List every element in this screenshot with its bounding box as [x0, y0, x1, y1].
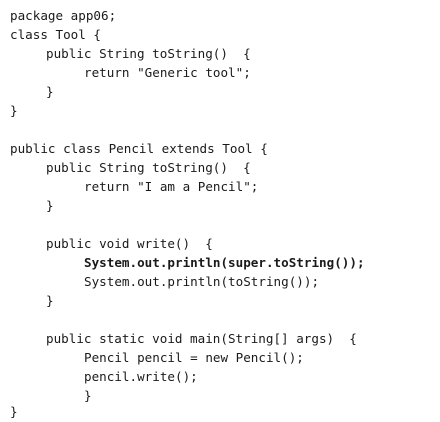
code-line-tool-tostring: public String toString() {: [46, 46, 251, 61]
code-line-package: package app06;: [10, 8, 117, 23]
code-line-class-pencil: public class Pencil extends Tool {: [10, 141, 268, 156]
code-line-close-brace: }: [10, 103, 18, 118]
code-line-main-method: public static void main(String[] args) {: [46, 331, 357, 346]
code-line-println-super: System.out.println(super.toString());: [84, 255, 365, 270]
code-line-close-brace: }: [46, 293, 54, 308]
code-line-class-tool: class Tool {: [10, 27, 101, 42]
code-line-println-tostring: System.out.println(toString());: [84, 274, 320, 289]
code-line-new-pencil: Pencil pencil = new Pencil();: [84, 350, 304, 365]
code-line-close-brace: }: [46, 198, 54, 213]
code-line-pencil-write: pencil.write();: [84, 369, 198, 384]
code-line-close-brace: }: [46, 84, 54, 99]
code-line-write-method: public void write() {: [46, 236, 213, 251]
code-line-pencil-tostring: public String toString() {: [46, 160, 251, 175]
code-listing: package app06; class Tool { public Strin…: [0, 0, 440, 422]
code-line-close-brace: }: [84, 388, 92, 403]
code-line-close-brace: }: [10, 404, 18, 419]
code-line-return-generic: return "Generic tool";: [84, 65, 251, 80]
code-line-return-pencil: return "I am a Pencil";: [84, 179, 259, 194]
